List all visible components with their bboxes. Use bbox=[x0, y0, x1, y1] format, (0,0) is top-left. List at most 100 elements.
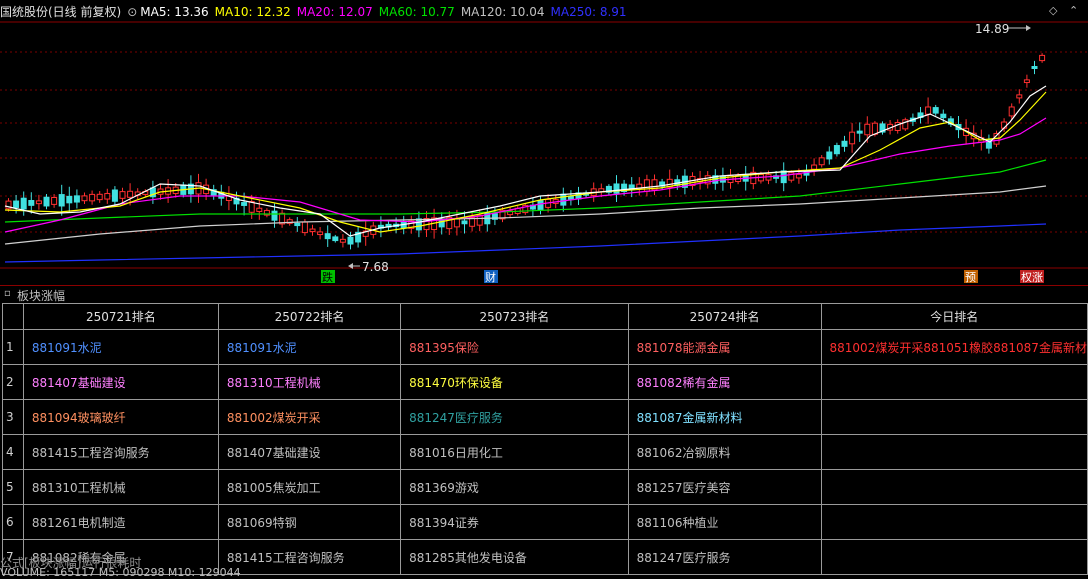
row-index: 5 bbox=[2, 469, 24, 505]
sector-cell[interactable]: 881062冶钢原料 bbox=[627, 434, 822, 470]
sector-cell[interactable]: 881106种植业 bbox=[627, 504, 822, 540]
candle-body bbox=[301, 221, 308, 234]
sector-cell[interactable]: 881002煤炭开采881051橡胶881087金属新材 bbox=[820, 329, 1088, 365]
row-index: 6 bbox=[2, 504, 24, 540]
candle-body bbox=[780, 170, 787, 184]
candle-body bbox=[317, 231, 324, 236]
candle-body bbox=[932, 107, 939, 114]
ma-label: MA10: 12.32 bbox=[214, 5, 291, 19]
candle-body bbox=[104, 193, 111, 200]
expand-icon[interactable]: ▫ bbox=[4, 288, 11, 299]
sector-cell[interactable]: 881091水泥 bbox=[217, 329, 402, 365]
sector-cell[interactable] bbox=[820, 434, 1088, 470]
candle-body bbox=[119, 191, 126, 199]
candle-body bbox=[841, 140, 848, 147]
row-index: 4 bbox=[2, 434, 24, 470]
candle-body bbox=[13, 200, 20, 208]
table-row[interactable]: 5 881310工程机械 881005焦炭加工 881369游戏 881257医疗美容 bbox=[2, 469, 1088, 505]
ma-label: MA120: 10.04 bbox=[460, 5, 545, 19]
low-annotation: 7.68 bbox=[348, 260, 389, 274]
sector-cell[interactable]: 881005焦炭加工 bbox=[217, 469, 402, 505]
header-col[interactable]: 250724排名 bbox=[627, 303, 822, 330]
candle-body bbox=[111, 189, 118, 202]
header-col[interactable]: 今日排名 bbox=[820, 303, 1088, 330]
sector-rank-table: 250721排名 250722排名 250723排名 250724排名 今日排名… bbox=[2, 303, 1088, 575]
tag-cai: 财 bbox=[485, 270, 496, 284]
candle-body bbox=[415, 218, 422, 231]
chart-header: 国统股份(日线 前复权) ⊙ MA5: 13.36 MA10: 12.32 MA20: … bbox=[0, 3, 639, 21]
sector-cell[interactable]: 881261电机制造 bbox=[22, 504, 219, 540]
sector-cell[interactable]: 881094玻璃玻纤 bbox=[22, 399, 219, 435]
low-price-label: 7.68 bbox=[362, 260, 389, 274]
candlestick-series bbox=[5, 53, 1046, 250]
table-row[interactable]: 2 881407基础建设 881310工程机械 881470环保设备 881082稀有金… bbox=[2, 364, 1088, 400]
sector-cell[interactable]: 881394证券 bbox=[400, 504, 629, 540]
candle-body bbox=[347, 236, 354, 245]
candle-body bbox=[73, 195, 80, 203]
candle-body bbox=[560, 193, 567, 206]
sector-cell[interactable]: 881395保险 bbox=[400, 329, 629, 365]
sector-cell[interactable]: 881415工程咨询服务 bbox=[22, 434, 219, 470]
candle-body bbox=[96, 193, 103, 201]
sector-cell[interactable]: 881247医疗服务 bbox=[400, 399, 629, 435]
candle-body bbox=[294, 222, 301, 227]
sector-cell[interactable]: 881002煤炭开采 bbox=[217, 399, 402, 435]
table-row[interactable]: 6 881261电机制造 881069特钢 881394证券 881106种植业 bbox=[2, 504, 1088, 540]
sector-cell[interactable]: 881082稀有金属 bbox=[627, 364, 822, 400]
ma-values: MA5: 13.36 MA10: 12.32 MA20: 12.07 MA60: 10… bbox=[140, 5, 632, 19]
sector-cell[interactable]: 881310工程机械 bbox=[217, 364, 402, 400]
sector-cell[interactable]: 881078能源金属 bbox=[627, 329, 822, 365]
sector-cell[interactable]: 881087金属新材料 bbox=[627, 399, 822, 435]
candle-body bbox=[1031, 65, 1038, 70]
candle-body bbox=[35, 200, 42, 205]
row-index: 3 bbox=[2, 399, 24, 435]
sector-cell[interactable]: 881016日用化工 bbox=[400, 434, 629, 470]
candle-body bbox=[613, 183, 620, 194]
sector-cell[interactable]: 881369游戏 bbox=[400, 469, 629, 505]
candle-body bbox=[309, 228, 316, 233]
candle-body bbox=[89, 193, 96, 202]
ma-label: MA5: 13.36 bbox=[140, 5, 209, 19]
header-index bbox=[2, 303, 24, 330]
ma-toggle-icon[interactable]: ⊙ bbox=[127, 5, 137, 19]
header-col[interactable]: 250722排名 bbox=[217, 303, 402, 330]
ma20-line bbox=[4, 117, 1047, 233]
candle-body bbox=[66, 195, 73, 204]
row-index: 2 bbox=[2, 364, 24, 400]
candle-body bbox=[453, 218, 460, 228]
table-row[interactable]: 4 881415工程咨询服务 881407基础建设 881016日用化工 881062冶… bbox=[2, 434, 1088, 470]
table-row[interactable]: 3 881094玻璃玻纤 881002煤炭开采 881247医疗服务 881087金属新… bbox=[2, 399, 1088, 435]
table-row[interactable]: 1 881091水泥 881091水泥 881395保险 881078能源金属 88100… bbox=[2, 329, 1088, 365]
candle-body bbox=[925, 106, 932, 115]
sector-cell[interactable] bbox=[820, 399, 1088, 435]
candle-body bbox=[833, 145, 840, 155]
sector-cell[interactable]: 881069特钢 bbox=[217, 504, 402, 540]
candle-body bbox=[81, 195, 88, 202]
panel-title-bar[interactable]: ▫ 板块涨幅 bbox=[0, 285, 1088, 303]
header-col[interactable]: 250723排名 bbox=[400, 303, 629, 330]
panel-title: 板块涨幅 bbox=[17, 289, 66, 303]
candle-body bbox=[271, 210, 278, 221]
sector-cell[interactable]: 881091水泥 bbox=[22, 329, 219, 365]
candle-body bbox=[324, 233, 331, 240]
header-col[interactable]: 250721排名 bbox=[22, 303, 219, 330]
chart-diamond-icon[interactable]: ◇ bbox=[1049, 4, 1057, 17]
sector-cell[interactable]: 881407基础建设 bbox=[22, 364, 219, 400]
tag-die: 跌 bbox=[322, 270, 333, 284]
ma-label: MA20: 12.07 bbox=[296, 5, 373, 19]
candle-body bbox=[826, 151, 833, 160]
sector-cell[interactable]: 881407基础建设 bbox=[217, 434, 402, 470]
tag-yu: 预 bbox=[965, 271, 976, 284]
candle-body bbox=[1039, 54, 1046, 62]
sector-cell[interactable] bbox=[820, 504, 1088, 540]
chart-collapse-icon[interactable]: ⌃ bbox=[1069, 4, 1078, 17]
sector-cell[interactable] bbox=[820, 364, 1088, 400]
kline-chart[interactable]: 14.89 7.68 跌 财 预 权涨 bbox=[0, 0, 1088, 285]
stock-title[interactable]: 国统股份(日线 前复权) bbox=[0, 5, 121, 19]
candle-body bbox=[1023, 79, 1030, 84]
sector-cell[interactable]: 881470环保设备 bbox=[400, 364, 629, 400]
candle-body bbox=[1008, 106, 1015, 117]
sector-cell[interactable] bbox=[820, 469, 1088, 505]
sector-cell[interactable]: 881310工程机械 bbox=[22, 469, 219, 505]
sector-cell[interactable]: 881257医疗美容 bbox=[627, 469, 822, 505]
